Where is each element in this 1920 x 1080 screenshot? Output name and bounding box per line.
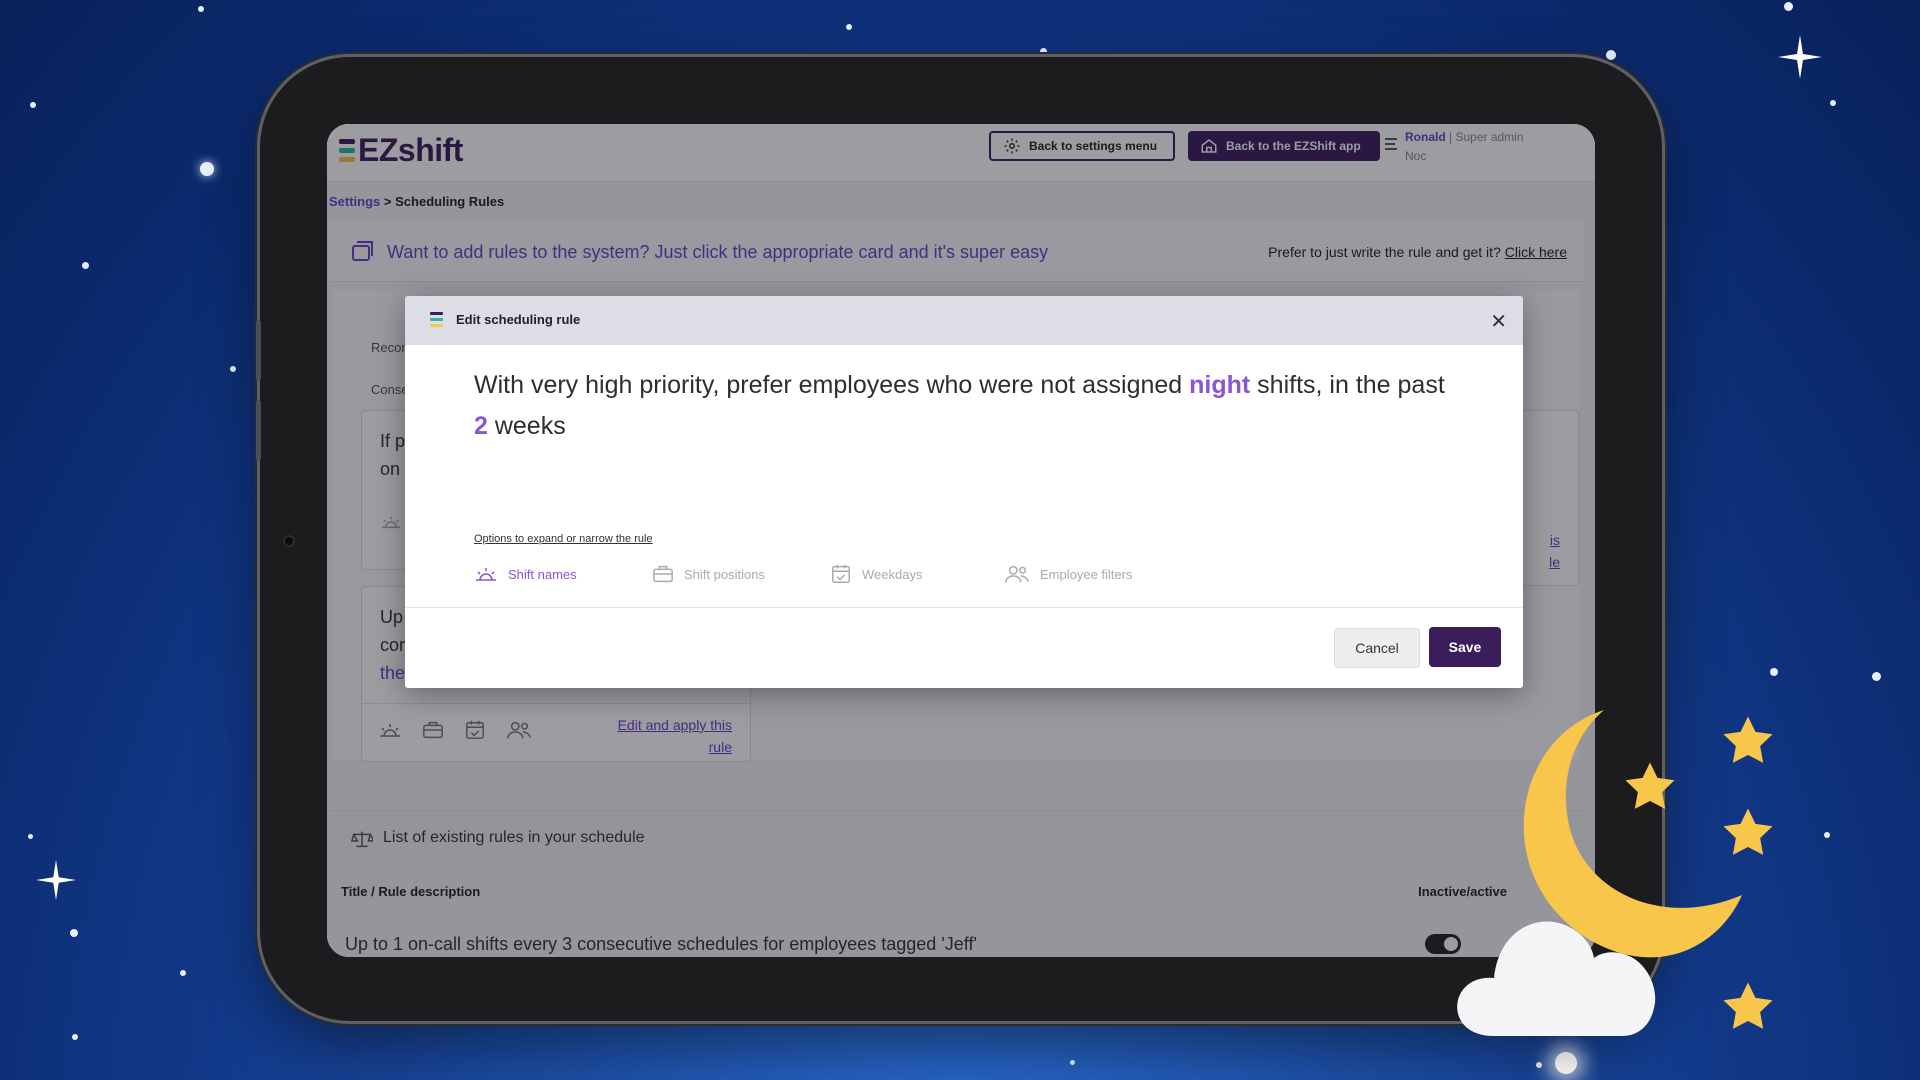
rule-text-part: weeks xyxy=(487,412,566,440)
options-link[interactable]: Options to expand or narrow the rule xyxy=(474,533,653,545)
weeks-count-token[interactable]: 2 xyxy=(474,412,488,440)
option-shift-names[interactable]: Shift names xyxy=(474,563,652,585)
star-dot xyxy=(1555,1052,1577,1074)
option-label: Weekdays xyxy=(862,566,923,582)
rule-text-part: With very high priority, prefer employee… xyxy=(474,371,1190,399)
sparkle-icon xyxy=(1778,35,1822,79)
shift-name-token[interactable]: night xyxy=(1189,371,1250,399)
sunrise-icon xyxy=(476,568,496,581)
star-dot xyxy=(198,6,204,12)
option-shift-positions[interactable]: Shift positions xyxy=(652,563,830,585)
tablet-screen: EZshift Back to settings menu Back to th… xyxy=(327,124,1595,957)
star-dot xyxy=(1830,100,1836,106)
star-dot xyxy=(1770,668,1778,676)
star-dot xyxy=(1872,672,1881,681)
users-icon xyxy=(1005,565,1029,583)
rule-options: Shift names Shift positions Weekdays Emp… xyxy=(474,563,1184,585)
star-dot xyxy=(1536,1062,1542,1068)
sparkle-icon xyxy=(36,860,76,900)
star-dot xyxy=(200,162,214,176)
star-dot xyxy=(230,366,236,372)
close-icon[interactable]: ✕ xyxy=(1490,309,1507,334)
option-label: Employee filters xyxy=(1040,566,1133,582)
side-button xyxy=(256,400,261,460)
cancel-button[interactable]: Cancel xyxy=(1334,628,1420,668)
star-dot xyxy=(1070,1060,1075,1065)
rule-text-part: shifts, in the past xyxy=(1250,371,1445,399)
calendar-check-icon xyxy=(832,564,850,583)
option-weekdays[interactable]: Weekdays xyxy=(830,563,1004,585)
briefcase-icon xyxy=(653,565,673,583)
option-label: Shift positions xyxy=(684,566,765,582)
save-button[interactable]: Save xyxy=(1429,627,1501,667)
option-label: Shift names xyxy=(508,566,577,582)
star-icon xyxy=(1723,808,1773,855)
modal-divider xyxy=(405,607,1523,608)
rule-sentence: With very high priority, prefer employee… xyxy=(474,365,1454,447)
star-icon xyxy=(1723,982,1773,1029)
star-dot xyxy=(72,1034,78,1040)
camera xyxy=(283,535,295,547)
star-dot xyxy=(1784,2,1793,11)
star-dot xyxy=(846,24,852,30)
modal-title: Edit scheduling rule xyxy=(456,312,581,327)
star-dot xyxy=(180,970,186,976)
star-dot xyxy=(1040,48,1047,55)
modal-header: Edit scheduling rule ✕ xyxy=(405,296,1523,345)
star-dot xyxy=(30,102,36,108)
star-icon xyxy=(1723,716,1773,763)
cloud-icon xyxy=(1457,921,1656,1036)
ezshift-logo-icon xyxy=(430,312,443,327)
star-dot xyxy=(1606,50,1616,60)
star-dot xyxy=(82,262,89,269)
star-dot xyxy=(70,929,78,937)
edit-rule-modal: Edit scheduling rule ✕ With very high pr… xyxy=(405,296,1523,688)
option-employee-filters[interactable]: Employee filters xyxy=(1004,563,1184,585)
side-button xyxy=(256,320,261,380)
star-dot xyxy=(1824,832,1830,838)
star-icon xyxy=(1625,762,1675,809)
star-dot xyxy=(28,834,33,839)
